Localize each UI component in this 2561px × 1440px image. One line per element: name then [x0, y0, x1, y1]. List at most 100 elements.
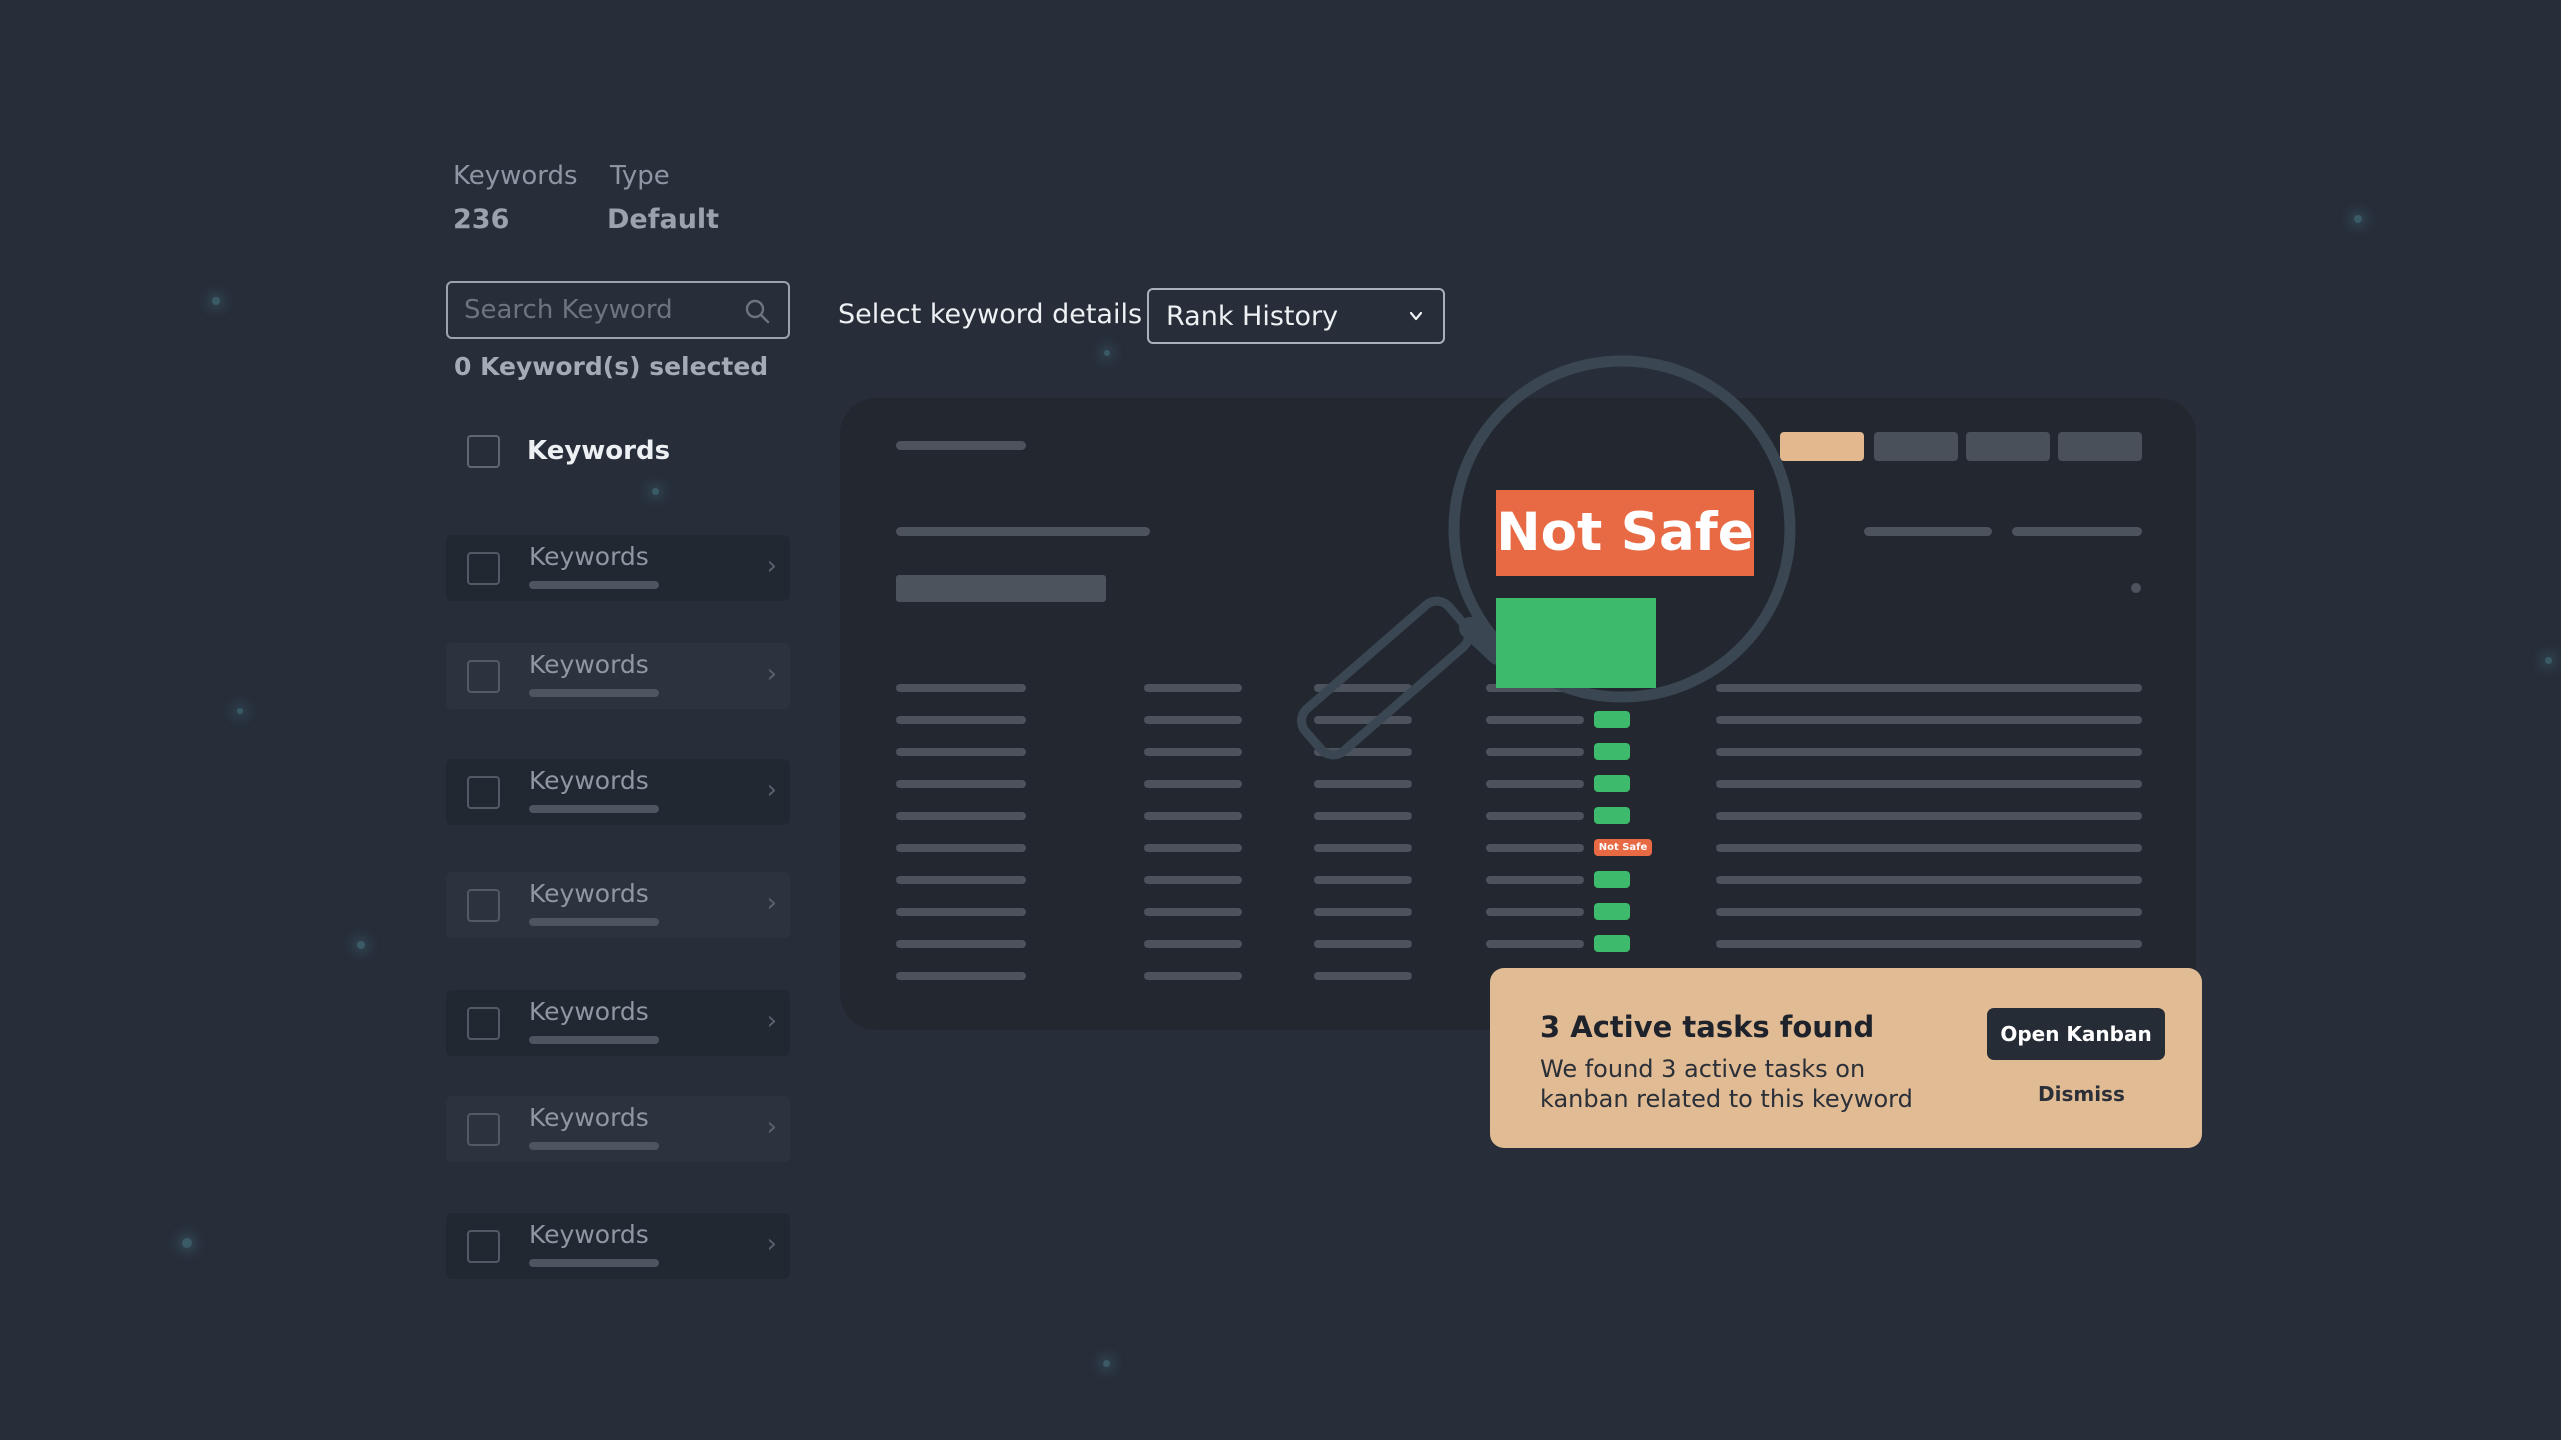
keyword-checkbox[interactable] [467, 889, 500, 922]
ambient-dot [2354, 215, 2362, 223]
keyword-checkbox[interactable] [467, 1007, 500, 1040]
dismiss-button[interactable]: Dismiss [2038, 1082, 2125, 1106]
chevron-right-icon[interactable]: › [767, 659, 777, 689]
safe-mark [1594, 903, 1630, 920]
keyword-checkbox[interactable] [467, 552, 500, 585]
ambient-dot [237, 708, 243, 714]
keyword-checkbox[interactable] [467, 660, 500, 693]
keyword-label: Keywords [529, 879, 649, 908]
placeholder-right-2 [2012, 527, 2142, 536]
placeholder-cell [1144, 876, 1242, 884]
chevron-right-icon[interactable]: › [767, 888, 777, 918]
type-stat-label: Type [610, 161, 670, 191]
keyword-list-item[interactable]: Keywords › [446, 759, 790, 825]
keyword-placeholder-bar [529, 581, 659, 589]
keyword-checkbox[interactable] [467, 776, 500, 809]
keyword-label: Keywords [529, 766, 649, 795]
ambient-dot [182, 1238, 192, 1248]
placeholder-right-1 [1864, 527, 1992, 536]
placeholder-dot [2131, 583, 2141, 593]
placeholder-cell [896, 716, 1026, 724]
keyword-placeholder-bar [529, 1036, 659, 1044]
keyword-list-item[interactable]: Keywords › [446, 643, 790, 709]
placeholder-cell [1144, 908, 1242, 916]
ambient-dot [1103, 1360, 1110, 1367]
placeholder-cell [896, 908, 1026, 916]
keyword-label: Keywords [529, 650, 649, 679]
keyword-list-item[interactable]: Keywords › [446, 872, 790, 938]
keyword-checkbox[interactable] [467, 1230, 500, 1263]
chevron-right-icon[interactable]: › [767, 1229, 777, 1259]
select-details-label: Select keyword details [838, 299, 1143, 330]
search-icon[interactable] [744, 298, 770, 324]
placeholder-cell [1144, 780, 1242, 788]
list-header-label: Keywords [527, 436, 671, 466]
placeholder-title [896, 441, 1026, 450]
placeholder-cell [1314, 844, 1412, 852]
keyword-placeholder-bar [529, 918, 659, 926]
selected-count: 0 Keyword(s) selected [454, 352, 769, 381]
open-kanban-button[interactable]: Open Kanban [1987, 1008, 2165, 1060]
placeholder-cell [896, 844, 1026, 852]
keywords-stat-value: 236 [453, 204, 510, 235]
ambient-dot [652, 488, 659, 495]
preview-tab [1966, 432, 2050, 461]
placeholder-cell [896, 748, 1026, 756]
placeholder-cell [1716, 940, 2142, 948]
placeholder-cell [1716, 876, 2142, 884]
notification-title: 3 Active tasks found [1540, 1010, 1875, 1044]
placeholder-cell [1486, 876, 1584, 884]
preview-tab [2058, 432, 2142, 461]
dropdown-value: Rank History [1166, 301, 1339, 332]
placeholder-cell [1486, 844, 1584, 852]
keyword-placeholder-bar [529, 1142, 659, 1150]
details-dropdown[interactable]: Rank History [1147, 288, 1445, 344]
keyword-label: Keywords [529, 1220, 649, 1249]
chevron-right-icon[interactable]: › [767, 1006, 777, 1036]
keyword-placeholder-bar [529, 689, 659, 697]
placeholder-cell [1486, 940, 1584, 948]
placeholder-cell [1144, 748, 1242, 756]
keyword-list-item[interactable]: Keywords › [446, 1213, 790, 1279]
keyword-list-item[interactable]: Keywords › [446, 990, 790, 1056]
chevron-right-icon[interactable]: › [767, 775, 777, 805]
keyword-list-item[interactable]: Keywords › [446, 535, 790, 601]
placeholder-cell [1314, 908, 1412, 916]
not-safe-badge: Not Safe [1496, 490, 1754, 576]
placeholder-cell [896, 812, 1026, 820]
keyword-checkbox[interactable] [467, 1113, 500, 1146]
placeholder-cell [896, 876, 1026, 884]
placeholder-cell [896, 684, 1026, 692]
chevron-down-icon [1409, 311, 1423, 321]
search-input[interactable] [448, 283, 788, 337]
keyword-label: Keywords [529, 997, 649, 1026]
placeholder-cell [896, 940, 1026, 948]
placeholder-cell [1314, 876, 1412, 884]
placeholder-cell [1144, 844, 1242, 852]
type-stat-value: Default [607, 204, 720, 235]
chevron-right-icon[interactable]: › [767, 1112, 777, 1142]
active-tasks-notification: 3 Active tasks found We found 3 active t… [1490, 968, 2202, 1148]
placeholder-cell [1144, 940, 1242, 948]
safe-indicator-zoomed [1496, 598, 1656, 688]
select-all-checkbox[interactable] [467, 435, 500, 468]
magnifier-icon [1297, 355, 1796, 760]
ambient-dot [357, 941, 365, 949]
keyword-label: Keywords [529, 1103, 649, 1132]
ambient-dot [1104, 350, 1110, 356]
chevron-right-icon[interactable]: › [767, 551, 777, 581]
safe-mark [1594, 935, 1630, 952]
not-safe-mark: Not Safe [1594, 839, 1652, 856]
keyword-placeholder-bar [529, 805, 659, 813]
ambient-dot [2545, 657, 2552, 664]
keyword-list-item[interactable]: Keywords › [446, 1096, 790, 1162]
search-box [446, 281, 790, 339]
keywords-stat-label: Keywords [453, 161, 578, 191]
placeholder-cell [896, 780, 1026, 788]
placeholder-subtitle [896, 527, 1150, 536]
placeholder-cell [1486, 908, 1584, 916]
preview-tab [1874, 432, 1958, 461]
placeholder-cell [1144, 812, 1242, 820]
notification-body: We found 3 active tasks on kanban relate… [1540, 1055, 1913, 1113]
placeholder-cell [1716, 844, 2142, 852]
